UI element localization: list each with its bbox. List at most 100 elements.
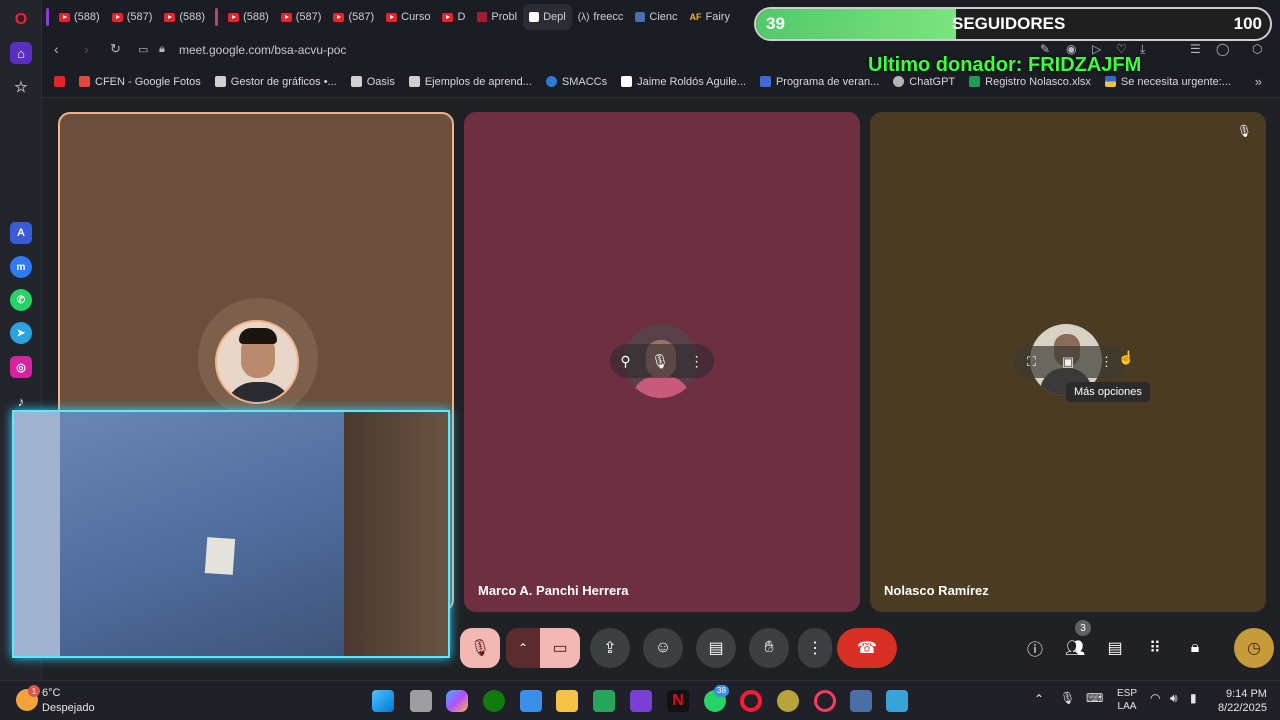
telegram-icon[interactable]: ➤ <box>10 322 32 344</box>
meeting-details-button[interactable]: ⓘ <box>1015 628 1055 668</box>
camera-options-button[interactable]: ⌃ <box>506 628 540 668</box>
xbox-icon[interactable] <box>483 690 505 712</box>
opera-taskbar-icon[interactable] <box>740 690 762 712</box>
whatsapp-badge: 38 <box>714 685 729 697</box>
mic-toggle-button[interactable]: 🎙︎ <box>460 628 500 668</box>
participant-name: Marco A. Panchi Herrera <box>478 583 629 598</box>
youtube-icon <box>333 12 345 22</box>
browser-tab[interactable]: Cienc <box>629 4 683 30</box>
people-button[interactable]: 👥︎ <box>1055 628 1095 668</box>
browser-tab[interactable]: (587) <box>106 4 159 30</box>
extensions-icon[interactable]: ⬡ <box>1252 42 1262 56</box>
participant-tile[interactable]: ⚲ 🎙︎ ⋮ Marco A. Panchi Herrera <box>464 112 860 612</box>
bookmark-item[interactable]: Oasis <box>350 76 395 88</box>
more-options-icon[interactable]: ⋮ <box>690 353 704 370</box>
af-icon: AF <box>689 12 702 22</box>
browser-tab[interactable]: (587) <box>327 4 380 30</box>
battery-icon[interactable]: ▮ <box>1190 691 1197 705</box>
browser-tab[interactable]: (588) <box>158 4 211 30</box>
keyboard-layout: LAA <box>1117 701 1137 712</box>
clipchamp-icon[interactable] <box>630 690 652 712</box>
keyboard-icon[interactable]: ⌨ <box>1086 691 1103 705</box>
language-indicator[interactable]: ESP LAA <box>1117 687 1137 713</box>
followers-progress-fill <box>756 9 957 39</box>
weather-badge: 1 <box>28 685 40 697</box>
browser-tab[interactable]: (λ) freecc <box>572 4 630 30</box>
host-controls-button[interactable]: 🔒︎ <box>1175 628 1215 668</box>
captions-button[interactable]: ▤ <box>696 628 736 668</box>
camera-toggle-button[interactable]: ▭ <box>540 628 580 668</box>
timer-button[interactable]: ◷ <box>1234 628 1274 668</box>
ukraine-flag-icon <box>1104 76 1116 87</box>
activities-button[interactable]: ⠿ <box>1135 628 1175 668</box>
browser-tab[interactable]: (587) <box>275 4 328 30</box>
opera-logo-icon[interactable]: O <box>10 9 32 31</box>
microphone-icon[interactable]: 🎙︎ <box>651 353 669 370</box>
messenger-icon[interactable]: m <box>10 256 32 278</box>
wifi-icon[interactable]: ◠ <box>1150 691 1160 705</box>
microphone-icon[interactable]: 🎙︎ <box>1060 691 1075 705</box>
opera-gx-icon[interactable] <box>814 690 836 712</box>
easy-setup-icon[interactable]: ☰ <box>1190 42 1201 56</box>
aria-icon[interactable]: A <box>10 222 32 244</box>
bookmark-item[interactable]: Ejemplos de aprend... <box>408 76 532 88</box>
show-hidden-icons[interactable]: ⌃ <box>1034 692 1044 706</box>
star-icon[interactable]: ☆ <box>10 76 32 98</box>
file-explorer-icon[interactable] <box>556 690 578 712</box>
windows-start-icon[interactable] <box>372 690 394 712</box>
frame-icon[interactable]: ⛶ <box>1027 354 1036 370</box>
volume-icon[interactable]: 🔊︎ <box>1170 691 1178 706</box>
task-view-icon[interactable] <box>410 690 432 712</box>
netflix-icon[interactable]: N <box>667 690 689 712</box>
bookmark-item[interactable]: CFEN - Google Fotos <box>79 76 201 88</box>
browser-tab[interactable]: (588) <box>53 4 106 30</box>
followers-goal-bar: 39 SEGUIDORES 100 <box>754 7 1272 41</box>
bookmark-item[interactable]: Jaime Roldós Aguile... <box>621 76 746 88</box>
avatar <box>215 320 299 404</box>
browser-tab[interactable]: Depl <box>523 4 572 30</box>
participant-tile[interactable]: 🎙︎ ⛶ ▣ ⋮ ☝ Más opciones Nolasco Ramírez <box>870 112 1266 612</box>
calculator-icon[interactable] <box>850 690 872 712</box>
reactions-button[interactable]: ☺ <box>643 628 683 668</box>
instagram-icon[interactable]: ◎ <box>10 356 32 378</box>
back-icon[interactable]: ‹ <box>54 41 59 57</box>
bookmark-item[interactable]: Registro Nolasco.xlsx <box>969 76 1091 88</box>
present-button[interactable]: ⇪ <box>590 628 630 668</box>
add-image-icon[interactable]: ▣ <box>1062 354 1074 370</box>
whatsapp-icon[interactable]: ✆ <box>10 289 32 311</box>
bookmark-label: Se necesita urgente:... <box>1120 75 1231 88</box>
bookmark-item[interactable] <box>54 76 65 87</box>
pin-icon[interactable]: ⚲ <box>620 353 630 370</box>
raise-hand-button[interactable]: ✋︎ <box>749 628 789 668</box>
copilot-icon[interactable] <box>446 690 468 712</box>
more-options-button[interactable]: ⋮ <box>798 628 832 668</box>
more-bookmarks-icon[interactable]: » <box>1255 74 1262 89</box>
browser-tab[interactable]: Probl <box>471 4 523 30</box>
browser-tab[interactable]: Curso <box>380 4 436 30</box>
chat-button[interactable]: ▤ <box>1095 628 1135 668</box>
forward-icon[interactable]: › <box>84 41 89 57</box>
app-icon[interactable] <box>777 690 799 712</box>
tiktok-icon[interactable]: ♪ <box>10 390 32 412</box>
url-input[interactable]: meet.google.com/bsa-acvu-poc <box>179 43 346 57</box>
finance-app-icon[interactable] <box>593 690 615 712</box>
excel-icon <box>969 76 981 87</box>
clock-date[interactable]: 8/22/2025 <box>1218 702 1267 714</box>
browser-tab[interactable]: AF Fairy <box>684 4 736 30</box>
browser-tab[interactable]: D <box>436 4 471 30</box>
camera-icon[interactable]: ▭ <box>138 43 148 56</box>
home-icon[interactable]: ⌂ <box>10 42 32 64</box>
bookmark-item[interactable]: ChatGPT <box>893 76 955 88</box>
bookmark-item[interactable]: Programa de veran... <box>759 76 879 88</box>
end-call-button[interactable]: ☎ <box>837 628 897 668</box>
bookmark-item[interactable]: SMACCs <box>545 76 607 88</box>
notepad-icon[interactable] <box>886 690 908 712</box>
reload-icon[interactable]: ↻ <box>110 41 121 57</box>
browser-tab[interactable]: (588) <box>222 4 275 30</box>
clock-time[interactable]: 9:14 PM <box>1226 688 1267 700</box>
profile-icon[interactable]: ◯ <box>1216 42 1229 56</box>
bookmark-item[interactable]: Gestor de gráficos •... <box>214 76 337 88</box>
store-icon[interactable] <box>520 690 542 712</box>
bookmark-item[interactable]: Se necesita urgente:... <box>1104 75 1231 88</box>
more-options-icon[interactable]: ⋮ <box>1100 354 1113 370</box>
